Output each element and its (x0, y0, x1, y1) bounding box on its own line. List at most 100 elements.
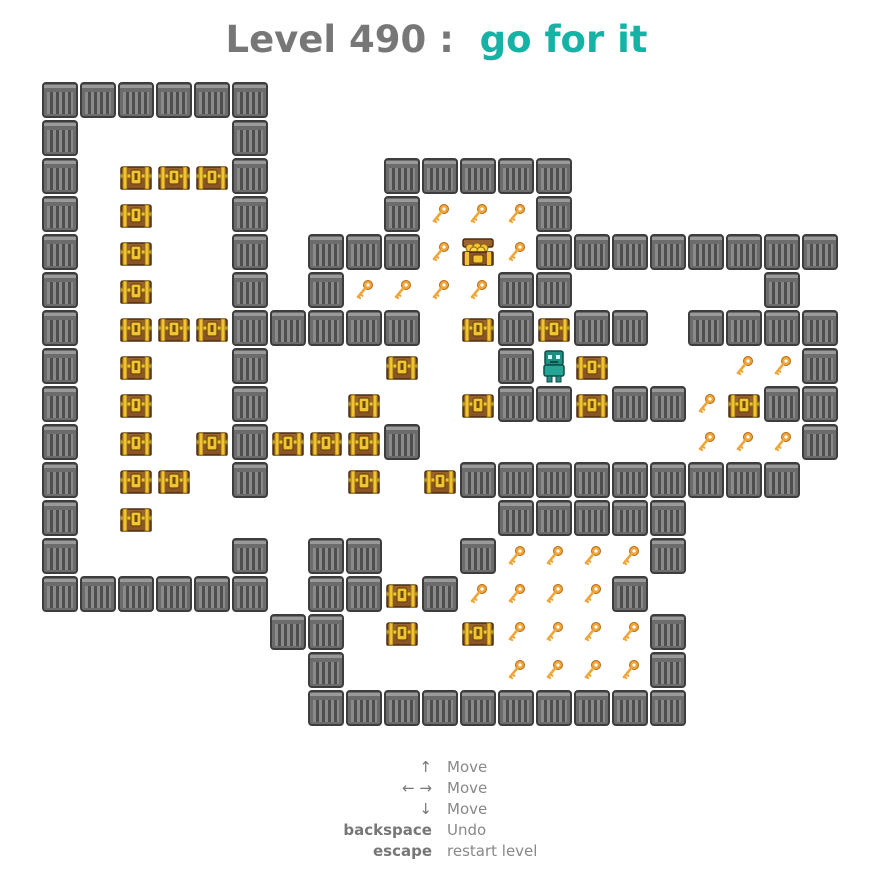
wall-tile (42, 538, 78, 574)
game-board[interactable] (42, 82, 840, 728)
key-icon (536, 614, 572, 650)
wall-tile (498, 690, 534, 726)
key-icon (422, 272, 458, 308)
wall-tile (650, 500, 686, 536)
wall-tile (536, 196, 572, 232)
chest-icon (118, 272, 154, 308)
chest-icon (156, 310, 192, 346)
gold-chest-icon (460, 234, 496, 270)
key-icon (498, 234, 534, 270)
key-icon (498, 196, 534, 232)
wall-tile (232, 196, 268, 232)
key-icon (612, 538, 648, 574)
wall-tile (156, 82, 192, 118)
chest-icon (118, 158, 154, 194)
wall-tile (232, 120, 268, 156)
wall-tile (384, 158, 420, 194)
wall-tile (536, 386, 572, 422)
wall-tile (536, 462, 572, 498)
chest-icon (118, 234, 154, 270)
wall-tile (574, 234, 610, 270)
backspace-key: backspace (343, 821, 432, 839)
wall-tile (346, 690, 382, 726)
wall-tile (80, 82, 116, 118)
chest-icon (118, 386, 154, 422)
wall-tile (118, 82, 154, 118)
wall-tile (232, 272, 268, 308)
wall-tile (42, 196, 78, 232)
wall-tile (422, 690, 458, 726)
wall-tile (270, 614, 306, 650)
chest-icon (118, 424, 154, 460)
wall-tile (764, 272, 800, 308)
key-icon (574, 652, 610, 688)
control-row-restart: escape restart level (0, 842, 873, 863)
chest-icon (308, 424, 344, 460)
wall-tile (346, 234, 382, 270)
level-name: go for it (479, 18, 648, 61)
wall-tile (536, 234, 572, 270)
chest-icon (156, 158, 192, 194)
chest-icon (270, 424, 306, 460)
wall-tile (422, 576, 458, 612)
wall-tile (650, 614, 686, 650)
wall-tile (42, 386, 78, 422)
wall-tile (650, 462, 686, 498)
wall-tile (498, 500, 534, 536)
key-icon (764, 348, 800, 384)
chest-icon (194, 310, 230, 346)
level-number: Level 490 (225, 18, 427, 61)
wall-tile (498, 272, 534, 308)
wall-tile (574, 690, 610, 726)
wall-tile (270, 310, 306, 346)
key-icon (574, 614, 610, 650)
wall-tile (612, 386, 648, 422)
key-icon (498, 576, 534, 612)
key-icon (460, 576, 496, 612)
wall-tile (802, 348, 838, 384)
key-icon (422, 234, 458, 270)
key-icon (460, 196, 496, 232)
wall-tile (80, 576, 116, 612)
chest-icon (726, 386, 762, 422)
chest-icon (194, 158, 230, 194)
wall-tile (536, 272, 572, 308)
escape-key: escape (372, 842, 432, 860)
key-icon (460, 272, 496, 308)
wall-tile (498, 462, 534, 498)
chest-icon (460, 310, 496, 346)
wall-tile (688, 462, 724, 498)
wall-tile (308, 652, 344, 688)
left-right-arrows-icon: ← → (402, 779, 432, 797)
chest-icon (536, 310, 572, 346)
wall-tile (384, 424, 420, 460)
wall-tile (232, 386, 268, 422)
wall-tile (726, 234, 762, 270)
wall-tile (346, 310, 382, 346)
wall-tile (42, 158, 78, 194)
wall-tile (118, 576, 154, 612)
wall-tile (612, 690, 648, 726)
wall-tile (650, 652, 686, 688)
wall-tile (232, 158, 268, 194)
wall-tile (384, 196, 420, 232)
chest-icon (574, 348, 610, 384)
wall-tile (42, 424, 78, 460)
wall-tile (232, 310, 268, 346)
wall-tile (232, 234, 268, 270)
control-row-undo: backspace Undo (0, 821, 873, 842)
key-icon (536, 576, 572, 612)
chest-icon (384, 576, 420, 612)
control-row-up: ↑ Move (0, 758, 873, 779)
wall-tile (308, 538, 344, 574)
wall-tile (42, 462, 78, 498)
wall-tile (650, 386, 686, 422)
key-icon (384, 272, 420, 308)
wall-tile (460, 158, 496, 194)
wall-tile (42, 500, 78, 536)
wall-tile (536, 500, 572, 536)
wall-tile (308, 576, 344, 612)
control-row-left-right: ← → Move (0, 779, 873, 800)
key-icon (536, 538, 572, 574)
wall-tile (574, 500, 610, 536)
